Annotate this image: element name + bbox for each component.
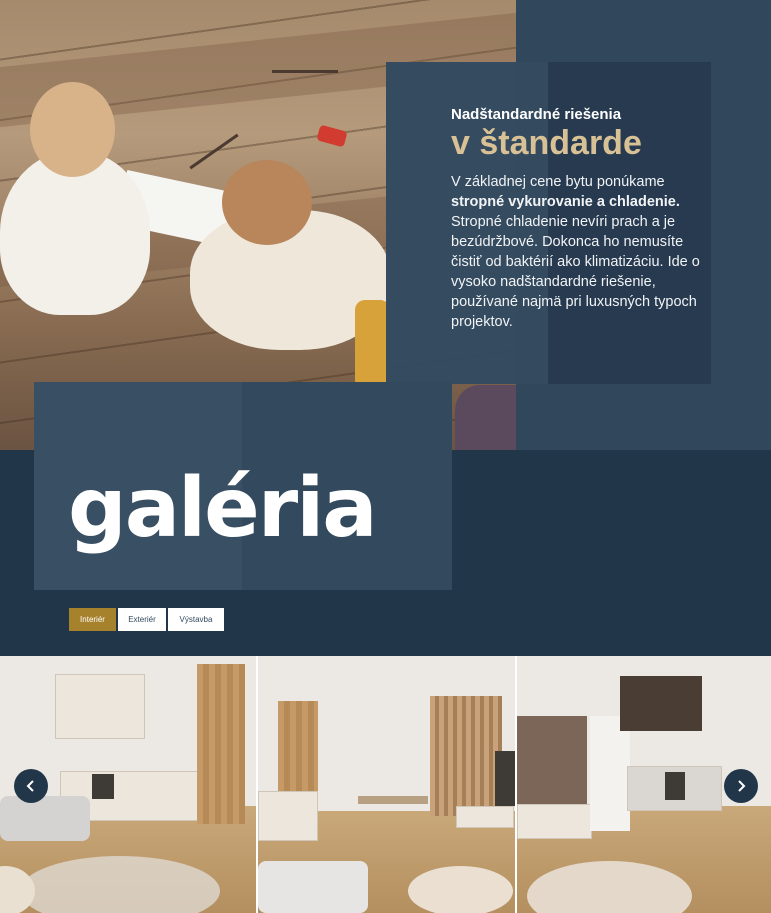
feature-title: v štandarde <box>451 124 642 162</box>
gallery-title: galéria <box>68 461 378 556</box>
feature-body: V základnej cene bytu ponúkame stropné v… <box>451 172 716 332</box>
tab-interior[interactable]: Interiér <box>69 608 116 631</box>
feature-text-block: Nadštandardné riešenia v štandarde V zák… <box>451 106 716 332</box>
carousel-next-button[interactable] <box>724 769 758 803</box>
tab-exterior[interactable]: Exteriér <box>118 608 166 631</box>
chevron-right-icon <box>738 780 746 792</box>
feature-body-lead: V základnej cene bytu ponúkame <box>451 174 665 191</box>
tab-construction[interactable]: Výstavba <box>168 608 224 631</box>
gallery-carousel[interactable] <box>0 656 771 913</box>
feature-kicker: Nadštandardné riešenia <box>451 106 622 123</box>
feature-body-bold: stropné vykurovanie a chladenie. <box>451 194 680 211</box>
carousel-prev-button[interactable] <box>14 769 48 803</box>
feature-body-rest: Stropné chladenie nevíri prach a je bezú… <box>451 214 700 331</box>
gallery-slide-2[interactable] <box>258 656 515 913</box>
chevron-left-icon <box>26 780 34 792</box>
